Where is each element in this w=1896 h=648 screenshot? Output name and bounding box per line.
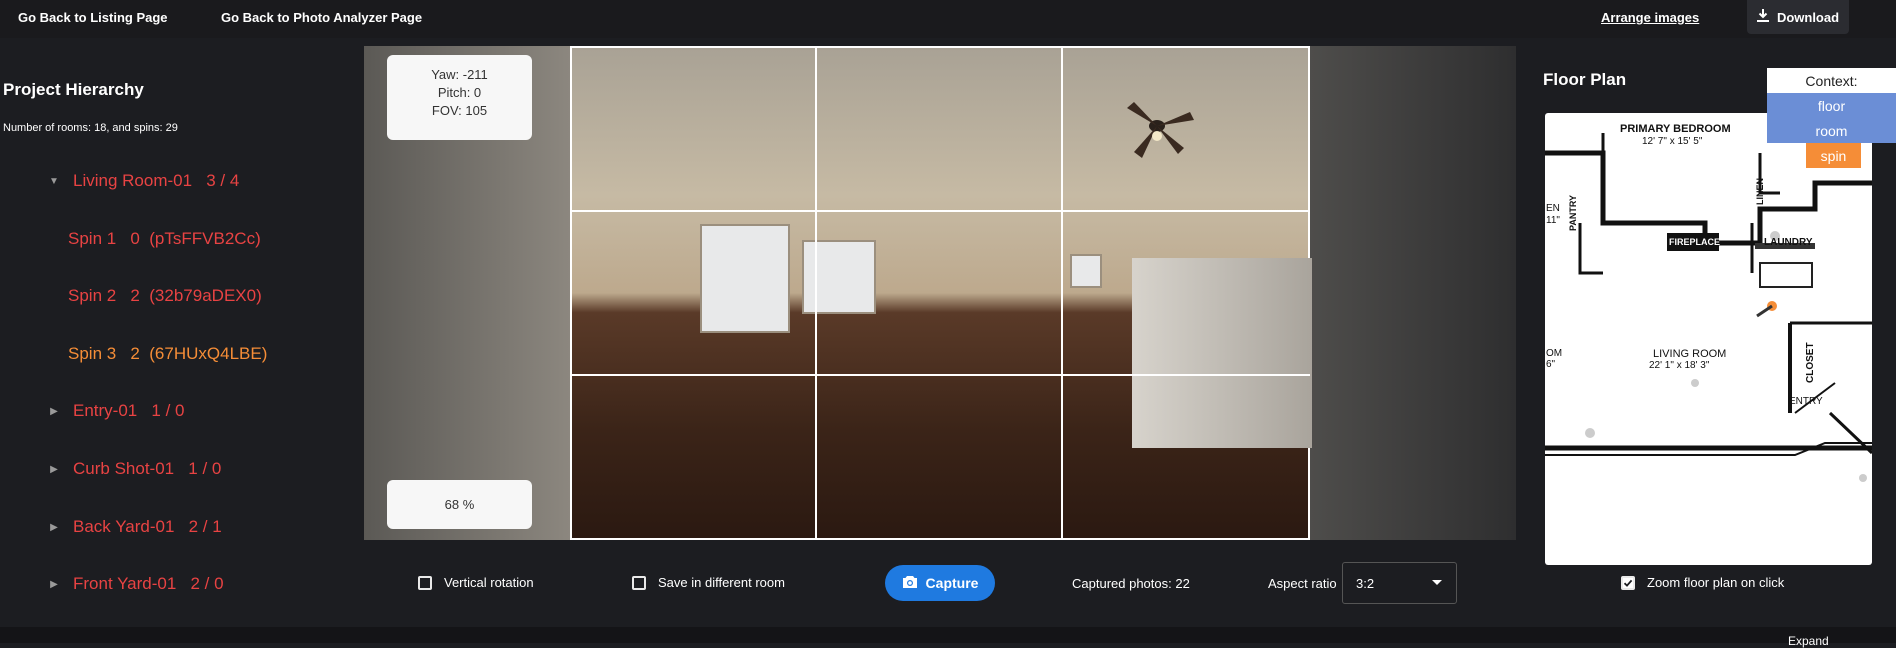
camera-icon (902, 575, 918, 592)
caret-right-icon: ▶ (50, 405, 58, 417)
room-label: Front Yard-01 2 / 0 (73, 574, 224, 593)
tree-room-back-yard[interactable]: ▶ Back Yard-01 2 / 1 (47, 517, 222, 537)
download-icon (1756, 9, 1769, 25)
fp-label-linen: LINEN (1755, 178, 1765, 205)
caret-right-icon: ▶ (50, 521, 58, 533)
back-to-listing-link[interactable]: Go Back to Listing Page (18, 10, 168, 25)
fp-label-pantry: PANTRY (1568, 195, 1578, 231)
fp-label-primary-bedroom: PRIMARY BEDROOM (1620, 123, 1731, 135)
project-hierarchy-title: Project Hierarchy (3, 80, 144, 99)
fp-label-fragment: 11" (1546, 215, 1560, 226)
spin-label: Spin 2 2 (32b79aDEX0) (68, 286, 262, 305)
floor-plan-title: Floor Plan (1543, 70, 1627, 89)
save-different-room-toggle[interactable]: Save in different room (632, 575, 785, 590)
captured-photos-count: Captured photos: 22 (1072, 576, 1190, 591)
context-legend: Context: floor room spin (1767, 68, 1896, 168)
room-window (802, 240, 876, 314)
fp-label-fireplace: FIREPLACE (1669, 237, 1721, 247)
floor-plan-drawing (1545, 133, 1872, 482)
grid-line (1061, 46, 1063, 540)
grid-line (570, 374, 1310, 376)
spin-label: Spin 3 2 (67HUxQ4LBE) (68, 344, 268, 363)
caret-down-icon: ▼ (49, 175, 59, 187)
zoom-level: 68 % (387, 480, 532, 529)
grid-line (570, 210, 1310, 212)
fireplace-wall (1132, 258, 1312, 448)
fp-label-fragment: 6" (1546, 359, 1556, 370)
pitch-value: Pitch: 0 (437, 85, 482, 100)
room-label: Curb Shot-01 1 / 0 (73, 459, 222, 478)
aspect-ratio-value: 3:2 (1356, 575, 1375, 591)
fp-label-primary-dim: 12' 7" x 15' 5" (1642, 136, 1703, 147)
zoom-floor-plan-toggle[interactable]: Zoom floor plan on click (1621, 575, 1784, 590)
view-info-box: Yaw: -211 Pitch: 0 FOV: 105 (387, 55, 532, 140)
panorama-right-wall (1310, 46, 1516, 540)
fp-label-fragment: OM (1546, 348, 1563, 359)
floor-plan-image[interactable]: PRIMARY BEDROOM 12' 7" x 15' 5" FIREPLAC… (1545, 113, 1872, 565)
grid-line (815, 46, 817, 540)
tree-room-curb-shot[interactable]: ▶ Curb Shot-01 1 / 0 (47, 459, 221, 479)
capture-label: Capture (925, 575, 979, 591)
tree-spin-2[interactable]: Spin 2 2 (32b79aDEX0) (68, 286, 262, 306)
yaw-value: Yaw: -211 (431, 67, 488, 82)
context-spin[interactable]: spin (1806, 143, 1861, 168)
tree-spin-3[interactable]: Spin 3 2 (67HUxQ4LBE) (68, 344, 267, 364)
context-room[interactable]: room (1767, 118, 1896, 143)
panorama-viewer[interactable] (364, 46, 1516, 540)
zoom-floor-plan-checkbox[interactable] (1621, 575, 1635, 590)
context-floor[interactable]: floor (1767, 93, 1896, 118)
room-label: Back Yard-01 2 / 1 (73, 517, 222, 536)
back-to-analyzer-link[interactable]: Go Back to Photo Analyzer Page (221, 10, 422, 25)
vertical-rotation-toggle[interactable]: Vertical rotation (418, 575, 534, 590)
fp-label-fragment: EN (1546, 203, 1560, 214)
capture-crop-frame[interactable] (570, 46, 1312, 540)
expand-link[interactable]: Expand (1788, 634, 1829, 648)
save-different-room-label: Save in different room (658, 575, 785, 590)
fov-value: FOV: 105 (431, 103, 488, 118)
save-different-room-checkbox[interactable] (632, 575, 646, 590)
top-bar: Go Back to Listing Page Go Back to Photo… (0, 0, 1896, 38)
fp-label-laundry: LAUNDRY (1764, 237, 1813, 248)
download-label: Download (1776, 9, 1840, 25)
caret-right-icon: ▶ (50, 463, 58, 475)
room-window (700, 224, 790, 333)
aspect-ratio-label: Aspect ratio (1268, 576, 1337, 591)
ceiling-fan-icon (1127, 102, 1194, 158)
capture-button[interactable]: Capture (885, 565, 995, 601)
dropdown-arrow-icon (1432, 580, 1442, 585)
project-hierarchy-panel: Project Hierarchy Number of rooms: 18, a… (0, 38, 362, 628)
context-header: Context: (1767, 68, 1896, 93)
aspect-ratio-select[interactable]: 3:2 (1342, 562, 1457, 604)
tree-room-living-room[interactable]: ▼ Living Room-01 3 / 4 (47, 171, 239, 191)
spin-label: Spin 1 0 (pTsFFVB2Cc) (68, 229, 261, 248)
arrange-images-link[interactable]: Arrange images (1601, 10, 1699, 25)
room-window (1070, 254, 1102, 288)
tree-room-entry[interactable]: ▶ Entry-01 1 / 0 (47, 401, 185, 421)
fp-label-living-room: LIVING ROOM (1653, 348, 1727, 360)
vertical-rotation-checkbox[interactable] (418, 575, 432, 590)
room-label: Living Room-01 3 / 4 (73, 171, 240, 190)
caret-right-icon: ▶ (50, 578, 58, 590)
fp-label-living-dim: 22' 1" x 18' 3" (1649, 360, 1710, 371)
fp-label-entry: ENTRY (1789, 396, 1823, 407)
room-label: Entry-01 1 / 0 (73, 401, 185, 420)
fp-label-closet: CLOSET (1805, 342, 1816, 383)
tree-room-front-yard[interactable]: ▶ Front Yard-01 2 / 0 (47, 574, 224, 594)
zoom-floor-plan-label: Zoom floor plan on click (1647, 575, 1785, 590)
bottom-strip (0, 627, 1896, 643)
tree-spin-1[interactable]: Spin 1 0 (pTsFFVB2Cc) (68, 229, 261, 249)
check-icon (1623, 579, 1633, 587)
vertical-rotation-label: Vertical rotation (444, 575, 534, 590)
rooms-spins-count: Number of rooms: 18, and spins: 29 (3, 122, 178, 134)
download-button[interactable]: Download (1747, 0, 1849, 34)
